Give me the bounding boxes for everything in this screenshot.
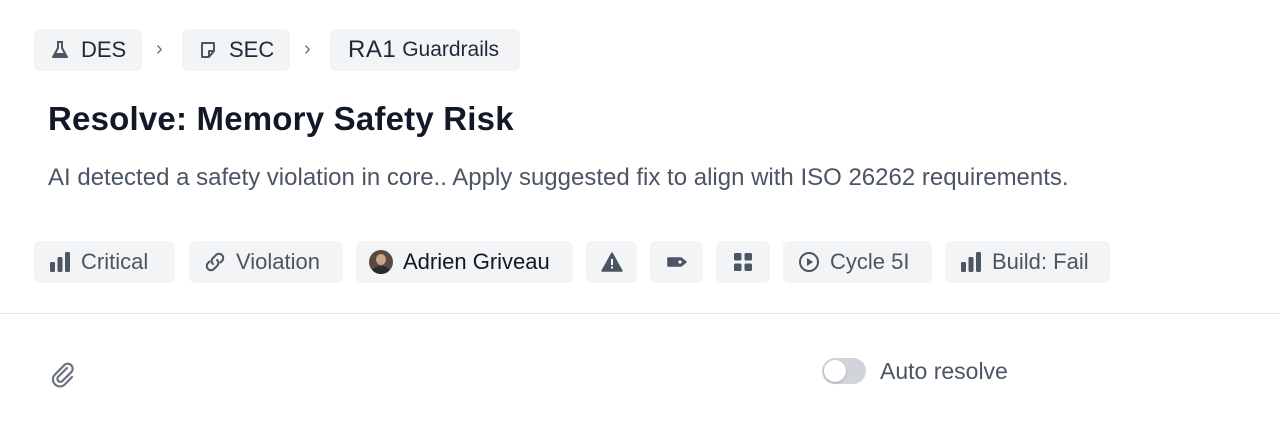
auto-resolve-label: Auto resolve — [880, 358, 1008, 384]
divider — [0, 313, 1280, 314]
issue-description: AI detected a safety violation in core..… — [48, 164, 1069, 191]
label-chip[interactable] — [650, 241, 703, 283]
warning-chip[interactable] — [586, 241, 637, 283]
breadcrumb-separator: › — [156, 38, 163, 60]
cycle-chip[interactable]: Cycle 5I — [783, 241, 932, 283]
breadcrumb-item-sec[interactable]: SEC — [182, 29, 290, 71]
warning-icon — [600, 251, 623, 273]
team-prefix: RA1 — [348, 36, 397, 63]
build-label: Build: Fail — [992, 249, 1089, 274]
auto-resolve-toggle[interactable] — [822, 358, 866, 384]
breadcrumb-label: Guardrails — [402, 38, 500, 61]
link-icon — [204, 251, 226, 273]
priority-bars-icon — [49, 251, 71, 273]
toggle-knob — [824, 360, 846, 382]
assignee-name: Adrien Griveau — [403, 249, 550, 274]
grid-icon — [732, 251, 754, 273]
grid-chip[interactable] — [716, 241, 770, 283]
breadcrumb-item-guardrails[interactable]: RA1 Guardrails — [330, 29, 520, 71]
flask-icon — [49, 39, 71, 61]
relation-chip[interactable]: Violation — [189, 241, 343, 283]
sticky-note-icon — [197, 39, 219, 61]
priority-label: Critical — [81, 249, 149, 274]
relation-label: Violation — [236, 249, 320, 274]
avatar — [369, 250, 393, 274]
breadcrumb-item-des[interactable]: DES — [34, 29, 142, 71]
build-chip[interactable]: Build: Fail — [945, 241, 1110, 283]
priority-chip[interactable]: Critical — [34, 241, 175, 283]
breadcrumb-separator: › — [304, 38, 311, 60]
breadcrumb-label: DES — [81, 37, 127, 62]
cycle-label: Cycle 5I — [830, 249, 910, 274]
tag-icon — [666, 251, 688, 273]
issue-title: Resolve: Memory Safety Risk — [48, 100, 514, 137]
play-circle-icon — [798, 251, 820, 273]
attach-button[interactable] — [48, 359, 78, 389]
paperclip-icon — [48, 362, 78, 393]
bar-chart-icon — [960, 251, 982, 273]
breadcrumb-label: SEC — [229, 37, 275, 62]
assignee-chip[interactable]: Adrien Griveau — [356, 241, 573, 283]
